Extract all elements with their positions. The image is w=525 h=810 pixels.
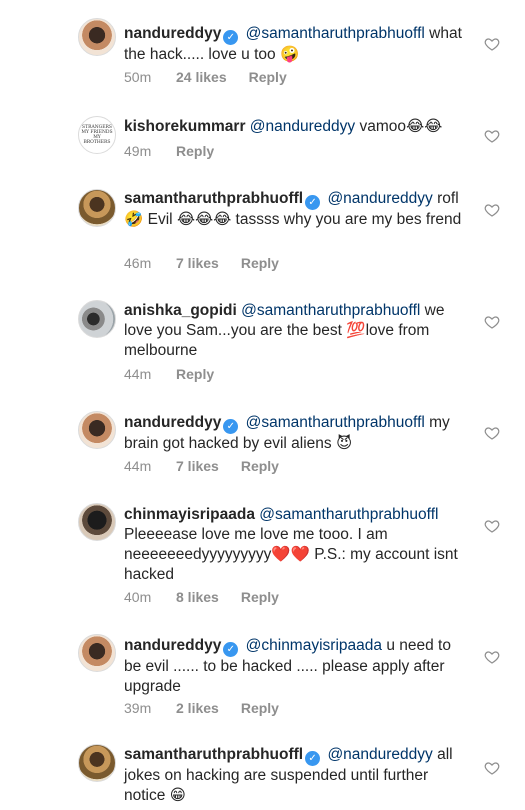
likes-count[interactable]: 24 likes <box>176 69 227 85</box>
likes-count[interactable]: 8 likes <box>176 589 219 605</box>
comment-text: vamoo😂😂 <box>359 118 443 135</box>
comment-meta: 50m 24 likes Reply <box>124 69 287 85</box>
verified-badge-icon: ✓ <box>223 419 239 434</box>
heart-outline-icon[interactable] <box>484 128 500 144</box>
avatar[interactable] <box>78 503 116 541</box>
comment-time: 46m <box>124 255 152 271</box>
avatar[interactable] <box>78 744 116 782</box>
username[interactable]: nandureddyy <box>124 414 221 431</box>
heart-outline-icon[interactable] <box>484 202 500 218</box>
comment-body: chinmayisripaada @samantharuthprabhuoffl… <box>124 505 469 585</box>
heart-outline-icon[interactable] <box>484 36 500 52</box>
comment-body: kishorekummarr @nandureddyy vamoo😂😂 <box>124 117 469 137</box>
reply-button[interactable]: Reply <box>241 589 279 605</box>
heart-outline-icon[interactable] <box>484 760 500 776</box>
comment-time: 49m <box>124 143 152 159</box>
mention-link[interactable]: @samantharuthprabhuoffl <box>246 25 425 42</box>
mention-link[interactable]: @nandureddyy <box>250 118 355 135</box>
comment-text: Pleeeease love me love me tooo. I am nee… <box>124 526 458 583</box>
mention-link[interactable]: @nandureddyy <box>327 190 432 207</box>
comment-meta: 39m 2 likes Reply <box>124 700 279 716</box>
likes-count[interactable]: 7 likes <box>176 458 219 474</box>
comment-time: 39m <box>124 700 152 716</box>
comment-meta: 49m Reply <box>124 143 214 159</box>
comment-time: 44m <box>124 458 152 474</box>
reply-button[interactable]: Reply <box>176 366 214 382</box>
reply-button[interactable]: Reply <box>241 458 279 474</box>
verified-badge-icon: ✓ <box>305 751 321 766</box>
heart-outline-icon[interactable] <box>484 649 500 665</box>
username[interactable]: anishka_gopidi <box>124 302 237 319</box>
verified-badge-icon: ✓ <box>305 195 321 210</box>
reply-button[interactable]: Reply <box>241 700 279 716</box>
mention-link[interactable]: @nandureddyy <box>327 746 432 763</box>
comment-time: 44m <box>124 366 152 382</box>
avatar[interactable] <box>78 189 116 227</box>
comment-time: 40m <box>124 589 152 605</box>
mention-link[interactable]: @samantharuthprabhuoffl <box>241 302 420 319</box>
comment-body: nandureddyy ✓ @samantharuthprabhuoffl my … <box>124 413 469 454</box>
avatar[interactable] <box>78 411 116 449</box>
mention-link[interactable]: @samantharuthprabhuoffl <box>246 414 425 431</box>
avatar[interactable] <box>78 300 116 338</box>
username[interactable]: samantharuthprabhuoffl <box>124 190 303 207</box>
avatar[interactable] <box>78 18 116 56</box>
username[interactable]: kishorekummarr <box>124 118 245 135</box>
comment-body: anishka_gopidi @samantharuthprabhuoffl w… <box>124 301 469 361</box>
comment-meta: 44m Reply <box>124 366 214 382</box>
heart-outline-icon[interactable] <box>484 314 500 330</box>
comment-meta: 44m 7 likes Reply <box>124 458 279 474</box>
verified-badge-icon: ✓ <box>223 30 239 45</box>
likes-count[interactable]: 2 likes <box>176 700 219 716</box>
reply-button[interactable]: Reply <box>176 143 214 159</box>
heart-outline-icon[interactable] <box>484 518 500 534</box>
comment-time: 50m <box>124 69 152 85</box>
verified-badge-icon: ✓ <box>223 642 239 657</box>
avatar[interactable]: STRANGERS MY FRIENDS MY BROTHERS <box>78 116 116 154</box>
comment-meta: 40m 8 likes Reply <box>124 589 279 605</box>
comment-body: nandureddyy ✓ @chinmayisripaada u need to… <box>124 636 469 697</box>
likes-count[interactable]: 7 likes <box>176 255 219 271</box>
comment-body: samantharuthprabhuoffl ✓ @nandureddyy all… <box>124 745 469 806</box>
reply-button[interactable]: Reply <box>241 255 279 271</box>
comment-body: samantharuthprabhuoffl ✓ @nandureddyy rof… <box>124 189 469 230</box>
username[interactable]: nandureddyy <box>124 637 221 654</box>
mention-link[interactable]: @chinmayisripaada <box>246 637 382 654</box>
username[interactable]: chinmayisripaada <box>124 506 255 523</box>
mention-link[interactable]: @samantharuthprabhuoffl <box>259 506 438 523</box>
reply-button[interactable]: Reply <box>249 69 287 85</box>
username[interactable]: nandureddyy <box>124 25 221 42</box>
avatar[interactable] <box>78 634 116 672</box>
username[interactable]: samantharuthprabhuoffl <box>124 746 303 763</box>
heart-outline-icon[interactable] <box>484 425 500 441</box>
comment-meta: 46m 7 likes Reply <box>124 255 279 271</box>
comment-body: nandureddyy ✓ @samantharuthprabhuoffl wha… <box>124 24 469 65</box>
avatar-logo-text: MY BROTHERS <box>83 135 111 145</box>
